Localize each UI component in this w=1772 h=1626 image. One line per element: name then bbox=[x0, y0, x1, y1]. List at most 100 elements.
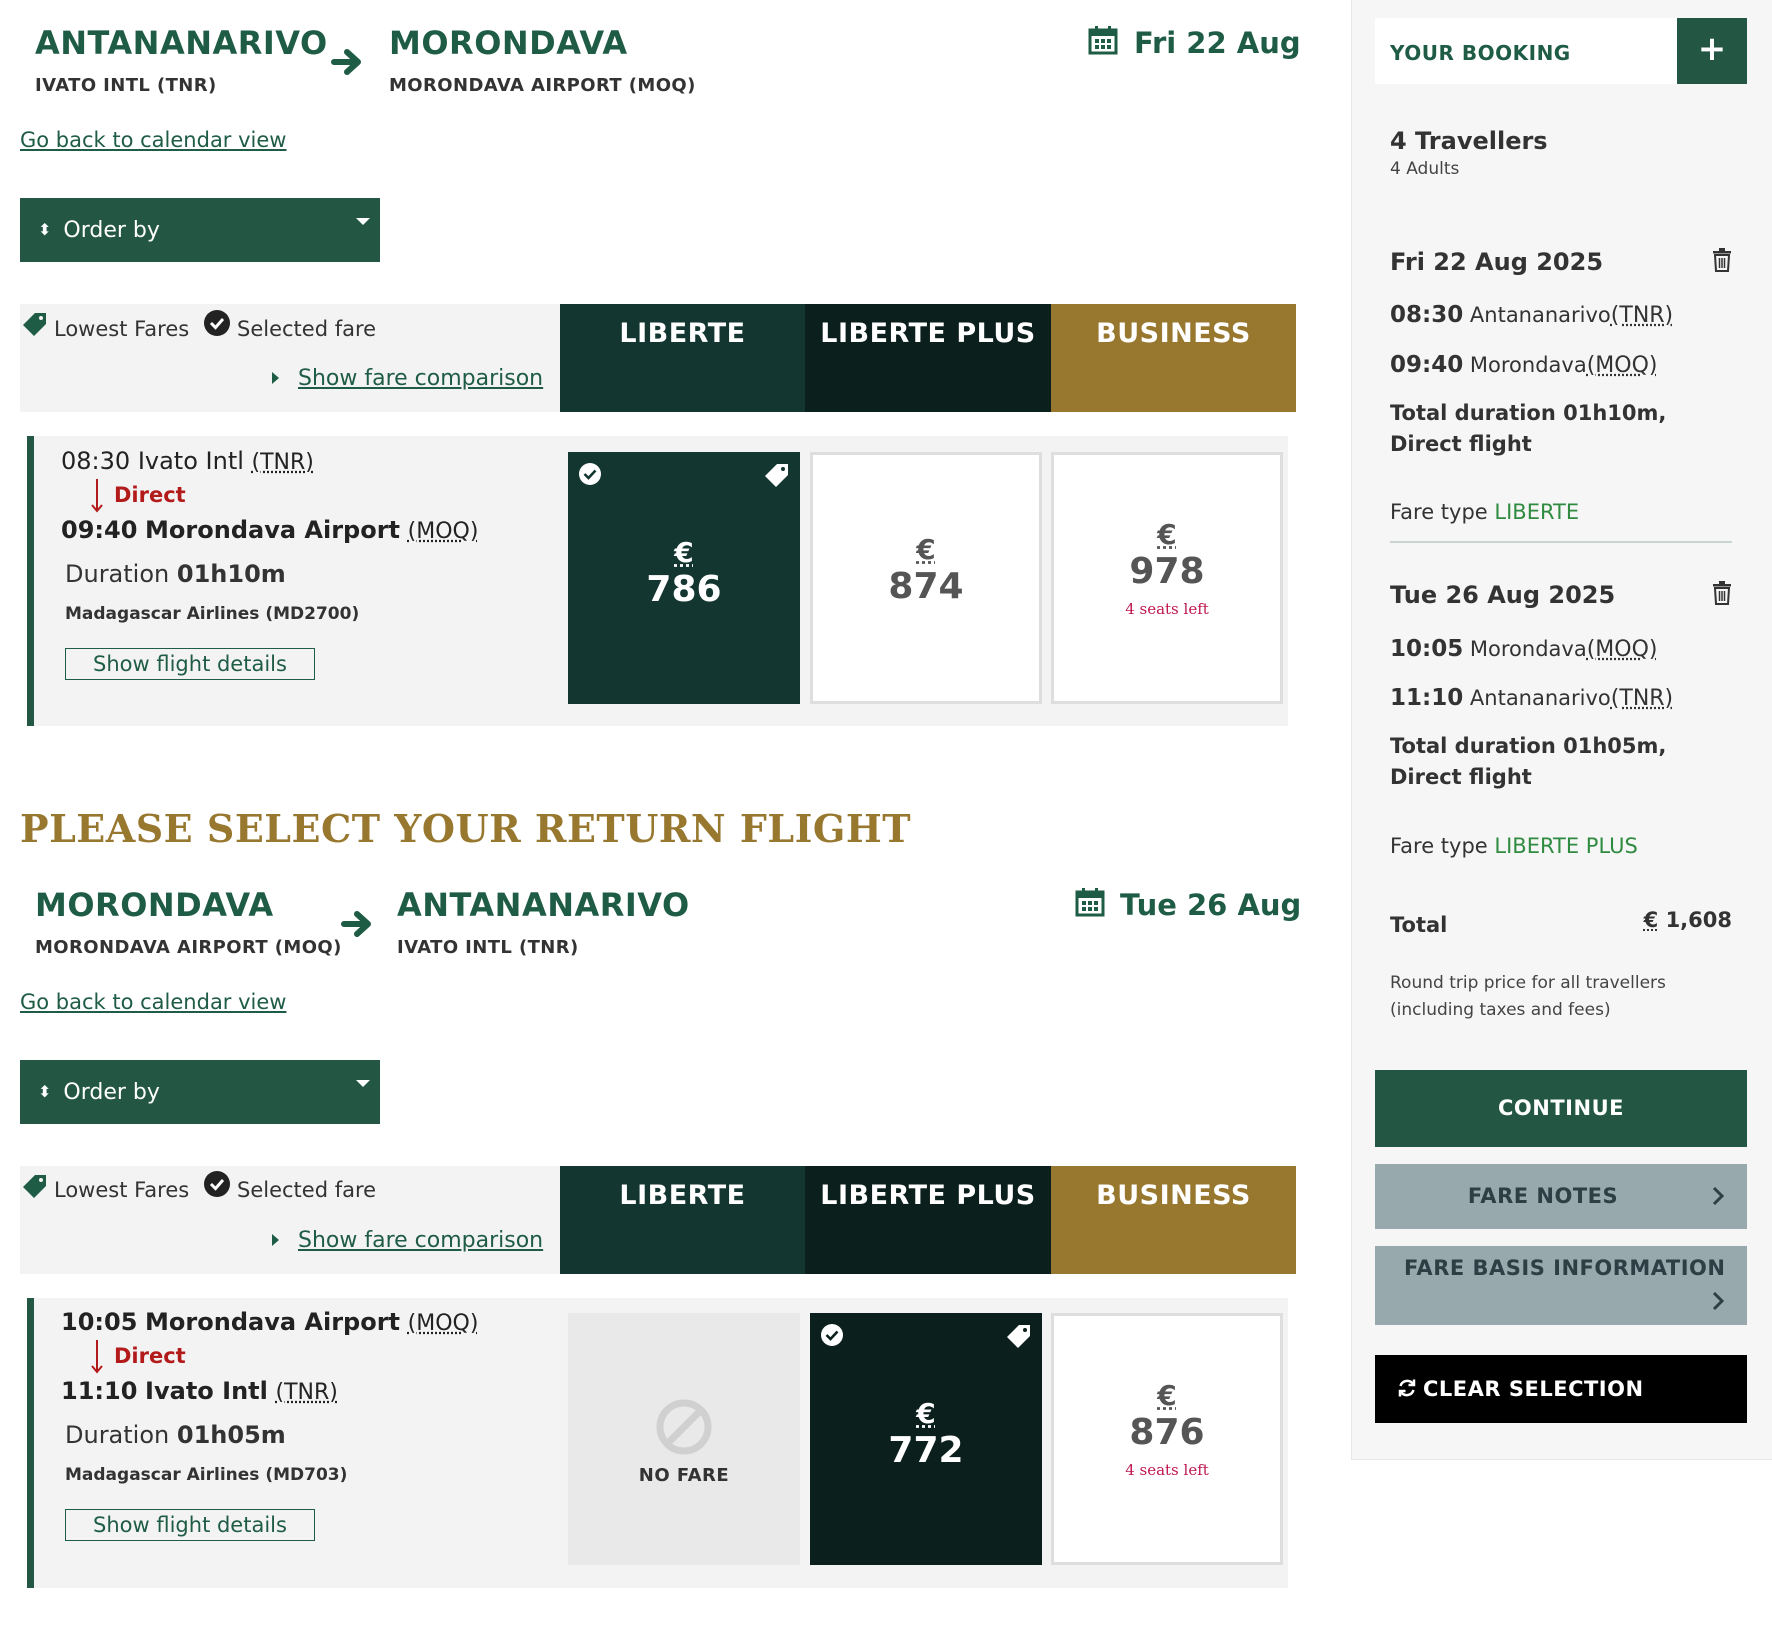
currency-symbol: € bbox=[1157, 1379, 1177, 1412]
travellers-count: 4 Travellers bbox=[1390, 127, 1548, 155]
outbound-fare-cell-business[interactable]: € 978 4 seats left bbox=[1051, 452, 1283, 704]
outbound-fare-header-liberte-plus: LIBERTE PLUS bbox=[805, 304, 1051, 412]
inbound-fare-cell-business[interactable]: € 876 4 seats left bbox=[1051, 1313, 1283, 1565]
leg1-date: Fri 22 Aug 2025 bbox=[1390, 248, 1604, 276]
outbound-fare-header-liberte: LIBERTE bbox=[560, 304, 805, 412]
fare-amount: 772 bbox=[888, 1430, 964, 1471]
inbound-back-to-calendar-link[interactable]: Go back to calendar view bbox=[20, 990, 286, 1014]
outbound-show-fare-comparison-link[interactable]: Show fare comparison bbox=[298, 366, 543, 391]
arr-code: (MOQ) bbox=[407, 519, 479, 544]
no-fare-label: NO FARE bbox=[638, 1465, 730, 1486]
arr-time: 11:10 bbox=[61, 1377, 138, 1405]
inbound-from-city: MORONDAVA bbox=[35, 886, 274, 924]
dep-code: (TNR) bbox=[251, 450, 314, 475]
check-circle-icon bbox=[821, 1324, 843, 1346]
lowest-fares-label: Lowest Fares bbox=[54, 1178, 190, 1202]
inbound-show-fare-comparison-link[interactable]: Show fare comparison bbox=[298, 1228, 543, 1253]
inbound-fare-header-business: BUSINESS bbox=[1051, 1166, 1296, 1274]
duration-value: 01h05m bbox=[176, 1421, 286, 1449]
fare-amount: 978 bbox=[1129, 551, 1205, 592]
outbound-from-city: ANTANANARIVO bbox=[35, 24, 328, 62]
fare-amount: 786 bbox=[646, 569, 722, 610]
leg2-arrival: 11:10 Antananarivo(TNR) bbox=[1390, 685, 1673, 711]
continue-button[interactable]: CONTINUE bbox=[1375, 1070, 1747, 1147]
chevron-right-icon bbox=[1712, 1186, 1725, 1206]
order-by-label: Order by bbox=[63, 1079, 160, 1105]
leg2-departure: 10:05 Morondava(MOQ) bbox=[1390, 636, 1657, 662]
caret-right-icon bbox=[272, 372, 279, 384]
outbound-airline: Madagascar Airlines (MD2700) bbox=[65, 604, 360, 624]
fare-basis-information-button[interactable]: FARE BASIS INFORMATION bbox=[1375, 1246, 1747, 1325]
dep-code: (TNR) bbox=[1610, 303, 1674, 328]
inbound-fare-header-liberte: LIBERTE bbox=[560, 1166, 805, 1274]
inbound-date[interactable]: Tue 26 Aug bbox=[1120, 888, 1301, 922]
booking-sidebar bbox=[1351, 0, 1772, 1460]
outbound-departure: 08:30 Ivato Intl (TNR) bbox=[61, 447, 314, 475]
currency-symbol: € bbox=[916, 533, 936, 566]
trash-icon[interactable] bbox=[1711, 247, 1733, 273]
check-circle-icon bbox=[579, 463, 601, 485]
inbound-fare-cell-liberte-plus[interactable]: € 772 bbox=[810, 1313, 1042, 1565]
leg1-total-duration: Total duration 01h10m, Direct flight bbox=[1390, 401, 1667, 456]
caret-down-icon bbox=[356, 218, 370, 225]
dep-airport: Morondava Airport bbox=[145, 1308, 401, 1336]
leg1-departure: 08:30 Antananarivo(TNR) bbox=[1390, 302, 1673, 328]
inbound-show-flight-details-button[interactable]: Show flight details bbox=[65, 1509, 315, 1541]
selected-fare-label: Selected fare bbox=[237, 1178, 377, 1202]
caret-down-icon bbox=[356, 1080, 370, 1087]
arr-time: 09:40 bbox=[1390, 352, 1464, 378]
outbound-fare-header-business: BUSINESS bbox=[1051, 304, 1296, 412]
dep-time: 10:05 bbox=[1390, 636, 1464, 662]
outbound-fare-cell-liberte-plus[interactable]: € 874 bbox=[810, 452, 1042, 704]
dep-code: (MOQ) bbox=[407, 1311, 479, 1336]
currency-symbol: € bbox=[1157, 518, 1177, 551]
outbound-to-city: MORONDAVA bbox=[389, 24, 628, 62]
arr-time: 11:10 bbox=[1390, 685, 1464, 711]
outbound-back-to-calendar-link[interactable]: Go back to calendar view bbox=[20, 128, 286, 152]
trash-icon[interactable] bbox=[1711, 580, 1733, 606]
fare-notes-button[interactable]: FARE NOTES bbox=[1375, 1164, 1747, 1229]
selected-fare-label: Selected fare bbox=[237, 317, 377, 341]
arr-code: (TNR) bbox=[1610, 686, 1674, 711]
arrow-right-icon bbox=[341, 911, 371, 937]
calendar-icon bbox=[1088, 26, 1118, 55]
seats-left: 4 seats left bbox=[1125, 600, 1209, 618]
dep-city: Morondava bbox=[1469, 637, 1587, 661]
inbound-departure: 10:05 Morondava Airport (MOQ) bbox=[61, 1308, 478, 1336]
leg1-fare-type: Fare type LIBERTE bbox=[1390, 500, 1579, 524]
duration-value: 01h10m bbox=[176, 560, 286, 588]
fare-basis-label: FARE BASIS INFORMATION bbox=[1404, 1256, 1726, 1280]
inbound-order-by-dropdown[interactable]: ⬍ Order by bbox=[20, 1060, 380, 1124]
check-circle-icon bbox=[204, 1171, 230, 1197]
outbound-date[interactable]: Fri 22 Aug bbox=[1134, 26, 1301, 60]
dep-time: 08:30 bbox=[1390, 302, 1464, 328]
sort-icon: ⬍ bbox=[38, 220, 52, 239]
calendar-icon bbox=[1075, 888, 1105, 917]
outbound-order-by-dropdown[interactable]: ⬍ Order by bbox=[20, 198, 380, 262]
order-by-label: Order by bbox=[63, 217, 160, 243]
no-entry-icon bbox=[656, 1399, 712, 1455]
total-currency: € bbox=[1643, 908, 1659, 932]
expand-booking-button[interactable]: + bbox=[1677, 18, 1747, 84]
sort-icon: ⬍ bbox=[38, 1082, 52, 1101]
return-section-title: PLEASE SELECT YOUR RETURN FLIGHT bbox=[20, 806, 912, 851]
outbound-show-flight-details-button[interactable]: Show flight details bbox=[65, 648, 315, 680]
outbound-arrival: 09:40 Morondava Airport (MOQ) bbox=[61, 516, 478, 544]
fare-amount: 876 bbox=[1129, 1412, 1205, 1453]
outbound-to-airport: MORONDAVA AIRPORT (MOQ) bbox=[389, 75, 696, 96]
caret-right-icon bbox=[272, 1234, 279, 1246]
total-label: Total bbox=[1390, 913, 1448, 937]
tag-icon bbox=[765, 464, 788, 487]
clear-selection-button[interactable]: CLEAR SELECTION bbox=[1375, 1355, 1747, 1423]
arr-code: (TNR) bbox=[275, 1380, 338, 1405]
inbound-to-city: ANTANANARIVO bbox=[397, 886, 690, 924]
arr-airport: Ivato Intl bbox=[145, 1377, 268, 1405]
clear-selection-label: CLEAR SELECTION bbox=[1423, 1377, 1644, 1401]
currency-symbol: € bbox=[916, 1397, 936, 1430]
arrow-down-icon bbox=[91, 1340, 103, 1374]
arr-city: Morondava bbox=[1469, 353, 1587, 377]
outbound-fare-cell-liberte[interactable]: € 786 bbox=[568, 452, 800, 704]
inbound-from-airport: MORONDAVA AIRPORT (MOQ) bbox=[35, 937, 342, 958]
inbound-airline: Madagascar Airlines (MD703) bbox=[65, 1465, 348, 1485]
adults-count: 4 Adults bbox=[1390, 159, 1460, 179]
